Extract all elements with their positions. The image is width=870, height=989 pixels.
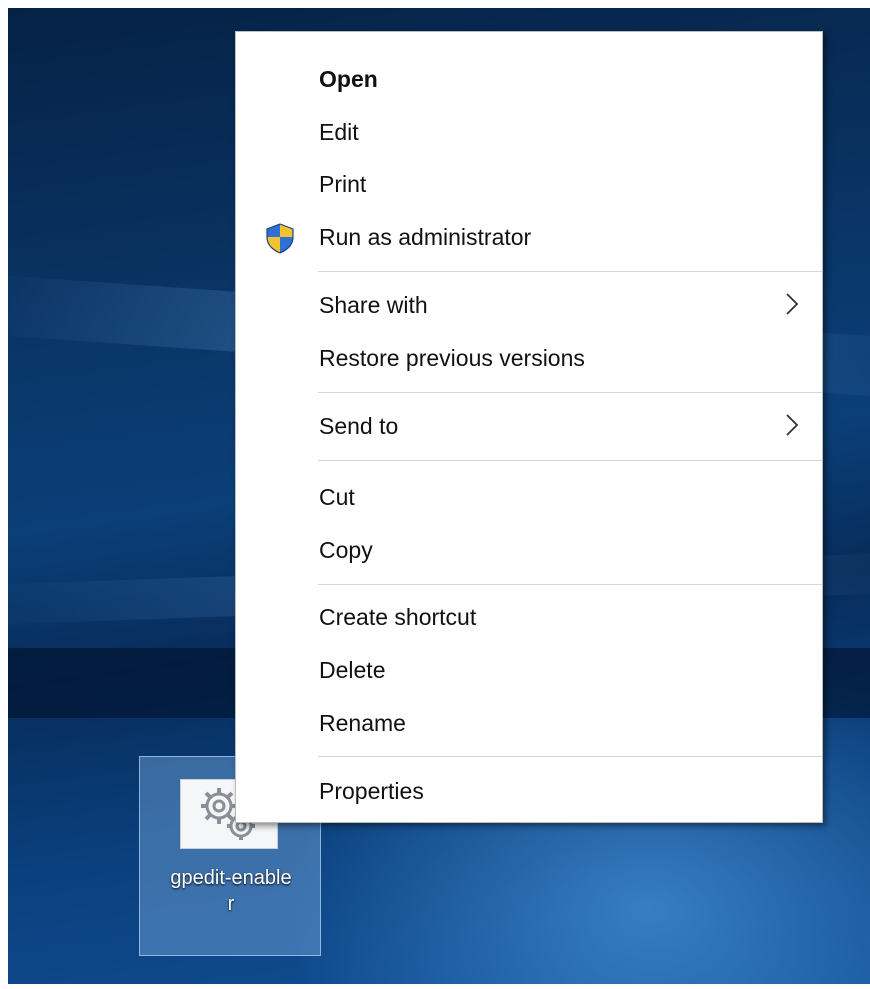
- menu-item-delete[interactable]: Delete: [236, 645, 822, 695]
- menu-item-label: Properties: [319, 778, 424, 804]
- menu-separator: [318, 392, 822, 393]
- menu-item-label: Open: [319, 66, 378, 92]
- menu-item-restore-previous-versions[interactable]: Restore previous versions: [236, 333, 822, 383]
- menu-item-label: Run as administrator: [319, 224, 532, 250]
- menu-item-label: Delete: [319, 657, 386, 683]
- menu-item-share-with[interactable]: Share with: [236, 280, 822, 330]
- context-menu: Open Edit Print Run as administrator Sha…: [235, 31, 823, 823]
- menu-separator: [318, 584, 822, 585]
- menu-item-edit[interactable]: Edit: [236, 107, 822, 157]
- uac-shield-icon: [264, 222, 296, 254]
- menu-item-label: Send to: [319, 413, 399, 439]
- desktop-icon-label: gpedit-enable r: [140, 865, 322, 917]
- menu-item-label: Share with: [319, 292, 428, 318]
- chevron-right-icon: [786, 293, 799, 315]
- desktop-icon-label-line1: gpedit-enable: [170, 867, 292, 889]
- menu-item-label: Copy: [319, 537, 373, 563]
- menu-item-label: Create shortcut: [319, 604, 477, 630]
- menu-separator: [318, 271, 822, 272]
- desktop-icon-label-line2: r: [227, 893, 235, 915]
- chevron-right-icon: [786, 414, 799, 436]
- menu-item-create-shortcut[interactable]: Create shortcut: [236, 592, 822, 642]
- menu-item-send-to[interactable]: Send to: [236, 401, 822, 451]
- menu-item-rename[interactable]: Rename: [236, 698, 822, 748]
- menu-item-cut[interactable]: Cut: [236, 472, 822, 522]
- menu-separator: [318, 756, 822, 757]
- menu-item-label: Restore previous versions: [319, 345, 585, 371]
- menu-item-run-as-administrator[interactable]: Run as administrator: [236, 212, 822, 262]
- desktop: gpedit-enable r Open Edit Print Run as a…: [8, 8, 870, 984]
- menu-separator: [318, 460, 822, 461]
- menu-item-open[interactable]: Open: [236, 54, 822, 104]
- menu-item-copy[interactable]: Copy: [236, 525, 822, 575]
- menu-item-label: Cut: [319, 484, 355, 510]
- menu-item-label: Rename: [319, 710, 406, 736]
- menu-item-label: Edit: [319, 119, 359, 145]
- menu-item-label: Print: [319, 171, 367, 197]
- menu-item-print[interactable]: Print: [236, 159, 822, 209]
- menu-item-properties[interactable]: Properties: [236, 766, 822, 816]
